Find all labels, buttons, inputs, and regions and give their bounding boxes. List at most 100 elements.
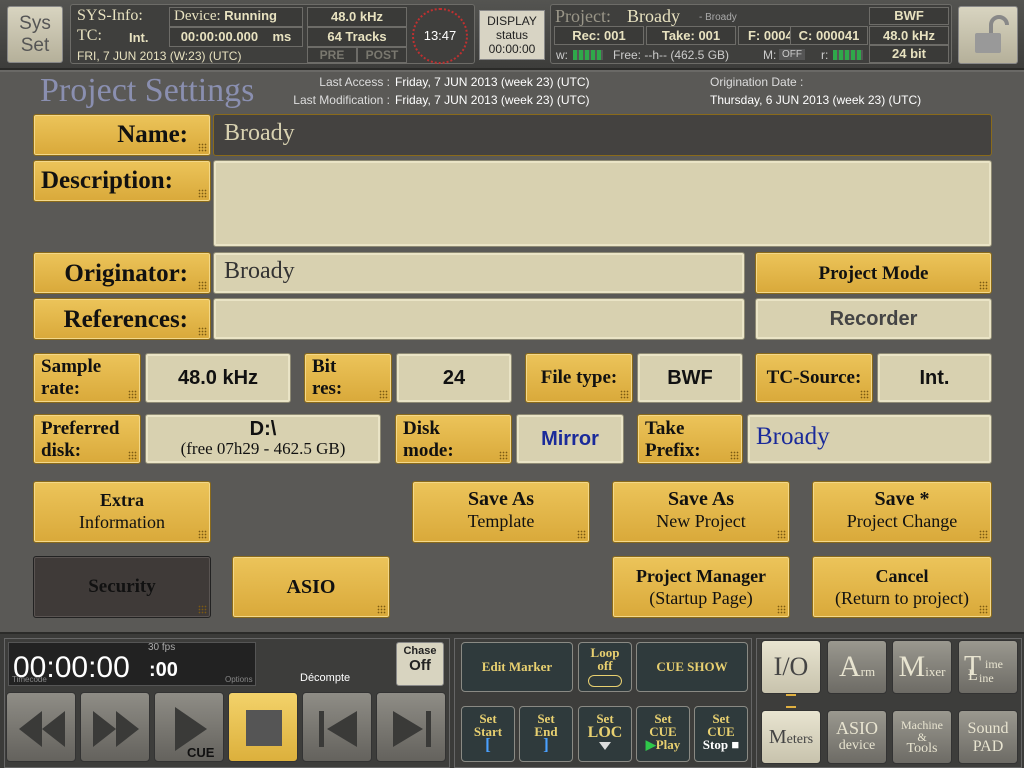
cue-show-button[interactable]: CUE SHOW	[636, 642, 748, 692]
preferred-disk-value[interactable]: D:\ (free 07h29 - 462.5 GB)	[145, 414, 381, 464]
take-prefix-input[interactable]: Broady	[747, 414, 992, 464]
originator-label[interactable]: Originator:	[33, 252, 211, 294]
preferred-disk-drive: D:\	[249, 418, 277, 440]
set-end-button[interactable]: Set End ]	[519, 706, 573, 762]
tc-source-value[interactable]: Int.	[877, 353, 992, 403]
description-label[interactable]: Description:	[33, 160, 211, 202]
save-new-line1: Save As	[667, 488, 735, 510]
meters-button[interactable]: Meters	[761, 710, 821, 764]
sample-rate-value[interactable]: 48.0 kHz	[145, 353, 291, 403]
play-cue-button[interactable]: CUE	[154, 692, 224, 762]
originator-input[interactable]: Broady	[213, 252, 745, 294]
file-type-value[interactable]: BWF	[637, 353, 743, 403]
description-input[interactable]	[213, 160, 992, 247]
cancel-button[interactable]: Cancel (Return to project)	[812, 556, 992, 618]
project-mode-label[interactable]: Project Mode	[755, 252, 992, 294]
disk-mode-label[interactable]: Disk mode:	[395, 414, 512, 464]
decompte-label[interactable]: Décompte	[300, 672, 350, 684]
extra-line1: Extra	[100, 490, 144, 510]
project-subname: - Broady	[699, 12, 737, 23]
loop-button[interactable]: Loop off	[578, 642, 632, 692]
stop-button[interactable]	[228, 692, 298, 762]
timecode-caption: Timecode	[12, 675, 47, 684]
name-label[interactable]: Name:	[33, 114, 211, 156]
save-project-change-button[interactable]: Save * Project Change	[812, 481, 992, 543]
machine-tools-button[interactable]: Machine & Tools	[892, 710, 952, 764]
bit-res-label-line2: res:	[312, 378, 343, 399]
sys-set-button[interactable]: Sys Set	[7, 6, 63, 63]
go-to-start-button[interactable]	[302, 692, 372, 762]
chase-button[interactable]: Chase Off	[396, 642, 444, 686]
mixer-button[interactable]: Mixer	[892, 640, 952, 694]
fast-forward-button[interactable]	[80, 692, 150, 762]
sys-info-panel[interactable]: SYS-Info: TC: Int. FRI, 7 JUN 2013 (W:23…	[70, 4, 475, 64]
name-input[interactable]: Broady	[213, 114, 992, 156]
timeline-button[interactable]: T ime L ine	[958, 640, 1018, 694]
bit-res-value[interactable]: 24	[396, 353, 512, 403]
unlock-icon	[975, 15, 1009, 53]
lock-button[interactable]	[958, 6, 1018, 64]
set-cue-play-button[interactable]: Set CUE ▶Play	[636, 706, 690, 762]
sample-rate-label-line2: rate:	[41, 378, 81, 399]
extra-information-button[interactable]: Extra Information	[33, 481, 211, 543]
set-loc-button[interactable]: Set LOC	[578, 706, 632, 762]
security-button[interactable]: Security	[33, 556, 211, 618]
save-as-template-button[interactable]: Save As Template	[412, 481, 590, 543]
bracket-close-icon: ]	[543, 735, 549, 754]
rate-readout: 48.0 kHz	[869, 26, 949, 45]
project-name: Broady	[627, 6, 680, 26]
disk-mode-value[interactable]: Mirror	[516, 414, 624, 464]
sys-set-line1: Sys	[19, 13, 51, 34]
asio-device-button[interactable]: ASIO device	[827, 710, 887, 764]
disk-mode-label-line2: mode:	[403, 440, 454, 461]
save-as-new-project-button[interactable]: Save As New Project	[612, 481, 790, 543]
time-frames: :00	[149, 659, 178, 681]
pm-line1: Project Manager	[635, 566, 767, 586]
mixer-small: ixer	[925, 664, 946, 679]
display-status-button[interactable]: DISPLAY status 00:00:00	[479, 10, 545, 60]
sys-set-line2: Set	[20, 35, 50, 56]
clock-time: 13:47	[423, 28, 457, 43]
tc-value: Int.	[129, 30, 149, 45]
set-loc-line2: LOC	[587, 724, 623, 741]
skip-forward-icon	[393, 711, 431, 747]
take-prefix-label[interactable]: Take Prefix:	[637, 414, 743, 464]
rewind-button[interactable]	[6, 692, 76, 762]
sound-pad-button[interactable]: Sound PAD	[958, 710, 1018, 764]
display-time: 00:00:00	[488, 42, 536, 56]
fast-forward-icon	[93, 711, 139, 747]
cue-label: CUE	[187, 745, 215, 760]
r-meter	[833, 50, 863, 60]
file-type-label[interactable]: File type:	[525, 353, 633, 403]
date-text: FRI, 7 JUN 2013 (W:23) (UTC)	[77, 49, 242, 63]
set-cue-stop-button[interactable]: Set CUE Stop ■	[694, 706, 748, 762]
io-button[interactable]: I/O	[761, 640, 821, 694]
set-start-button[interactable]: Set Start [	[461, 706, 515, 762]
machine-line3: Tools	[906, 741, 938, 756]
references-input[interactable]	[213, 298, 745, 340]
meters-big: M	[768, 726, 787, 748]
sample-rate-label[interactable]: Sample rate:	[33, 353, 141, 403]
asio-device-line2: device	[838, 738, 876, 753]
references-label[interactable]: References:	[33, 298, 211, 340]
fps-label: 30 fps	[148, 642, 176, 653]
tc-source-label[interactable]: TC-Source:	[755, 353, 873, 403]
display-label: DISPLAY	[487, 14, 537, 28]
edit-marker-button[interactable]: Edit Marker	[461, 642, 573, 692]
asio-button[interactable]: ASIO	[232, 556, 390, 618]
play-small-icon: ▶	[645, 737, 656, 752]
extra-line2: Information	[79, 512, 165, 532]
preferred-disk-label[interactable]: Preferred disk:	[33, 414, 141, 464]
set-cue-stop-line3: Stop	[702, 737, 729, 752]
last-access-value: Friday, 7 JUN 2013 (week 23) (UTC)	[395, 75, 590, 89]
timecode-display[interactable]: 00:00:00 :00 Timecode Options	[8, 642, 256, 686]
arm-button[interactable]: Arm	[827, 640, 887, 694]
chase-label: Chase	[403, 645, 437, 657]
go-to-end-button[interactable]	[376, 692, 446, 762]
bit-res-label[interactable]: Bit res:	[304, 353, 392, 403]
project-manager-button[interactable]: Project Manager (Startup Page)	[612, 556, 790, 618]
project-mode-value[interactable]: Recorder	[755, 298, 992, 340]
arm-big: A	[838, 650, 861, 683]
project-info-panel[interactable]: Project: Broady - Broady BWF Rec: 001 Ta…	[550, 4, 952, 64]
status-bar: Sys Set SYS-Info: TC: Int. FRI, 7 JUN 20…	[0, 0, 1024, 70]
